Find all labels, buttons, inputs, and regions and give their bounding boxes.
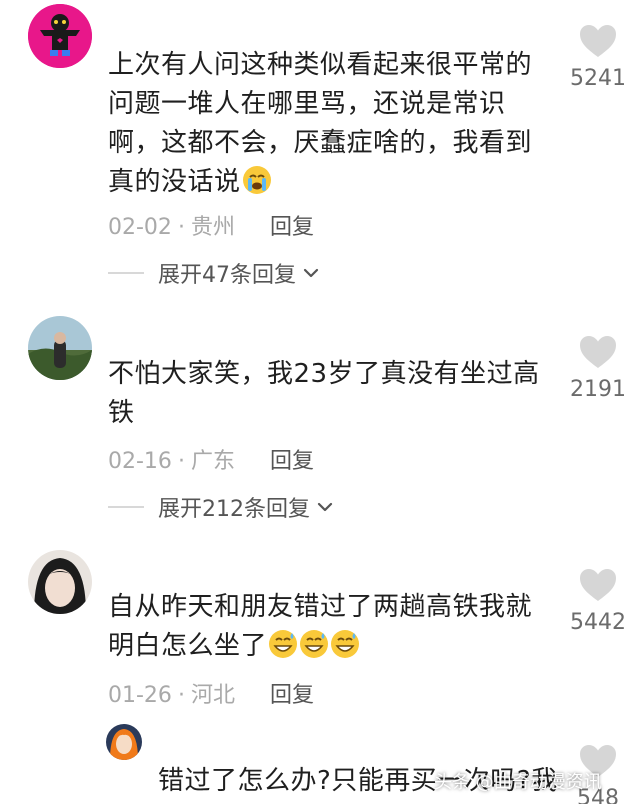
cartoon-avatar-icon: [28, 4, 92, 68]
comment-text: 自从昨天和朋友错过了两趟高铁我就明白怎么坐了: [108, 592, 533, 661]
like-button[interactable]: 2191: [566, 335, 630, 402]
comment-text: 不怕大家笑，我23岁了真没有坐过高铁: [108, 359, 540, 428]
avatar[interactable]: [28, 4, 92, 68]
divider-line: [108, 272, 144, 274]
grinning-face-with-sweat-icon: [299, 629, 329, 659]
avatar[interactable]: [28, 316, 92, 380]
comment-text: 上次有人问这种类似看起来很平常的问题一堆人在哪里骂，还说是常识啊，这都不会，厌蠢…: [108, 50, 533, 197]
grinning-face-with-sweat-icon: [268, 629, 298, 659]
separator-dot: ·: [177, 215, 185, 240]
divider-line: [108, 506, 144, 508]
heart-icon: [580, 336, 616, 368]
comment-location: 广东: [190, 449, 235, 474]
avatar[interactable]: [28, 550, 92, 614]
avatar[interactable]: [106, 724, 142, 760]
anime-avatar-icon: [106, 724, 142, 760]
comment-meta: 02-02 · 贵州: [108, 209, 235, 241]
reply-button[interactable]: 回复: [270, 209, 314, 241]
comment-date: 01-26: [108, 683, 172, 708]
like-button[interactable]: 5442: [566, 568, 630, 635]
separator-dot: ·: [177, 449, 185, 474]
separator-dot: ·: [177, 683, 185, 708]
chevron-down-icon: [303, 268, 319, 278]
expand-replies-button[interactable]: 展开47条回复: [108, 257, 320, 289]
like-button[interactable]: 5241: [566, 24, 630, 91]
grinning-face-with-sweat-icon: [330, 629, 360, 659]
like-count: 5442: [570, 610, 626, 635]
expand-replies-button[interactable]: 展开212条回复: [108, 491, 334, 523]
comment-date: 02-02: [108, 215, 172, 240]
comment-meta: 01-26 · 河北: [108, 677, 235, 709]
photo-avatar-icon: [28, 316, 92, 380]
comment-date: 02-16: [108, 449, 172, 474]
chevron-down-icon: [317, 502, 333, 512]
comment-location: 河北: [190, 683, 235, 708]
reply-button[interactable]: 回复: [270, 677, 314, 709]
comment-meta: 02-16 · 广东: [108, 443, 235, 475]
photo-avatar-icon: [28, 550, 92, 614]
comment-location: 贵州: [190, 215, 235, 240]
watermark: 头条 @曲奇动漫资讯: [434, 772, 602, 793]
expand-replies-label: 展开47条回复: [158, 263, 296, 288]
expand-replies-label: 展开212条回复: [158, 497, 310, 522]
like-count: 2191: [570, 377, 626, 402]
like-count: 5241: [570, 66, 626, 91]
heart-icon: [580, 25, 616, 57]
loudly-crying-face-icon: [242, 165, 272, 195]
reply-button[interactable]: 回复: [270, 443, 314, 475]
heart-icon: [580, 569, 616, 601]
